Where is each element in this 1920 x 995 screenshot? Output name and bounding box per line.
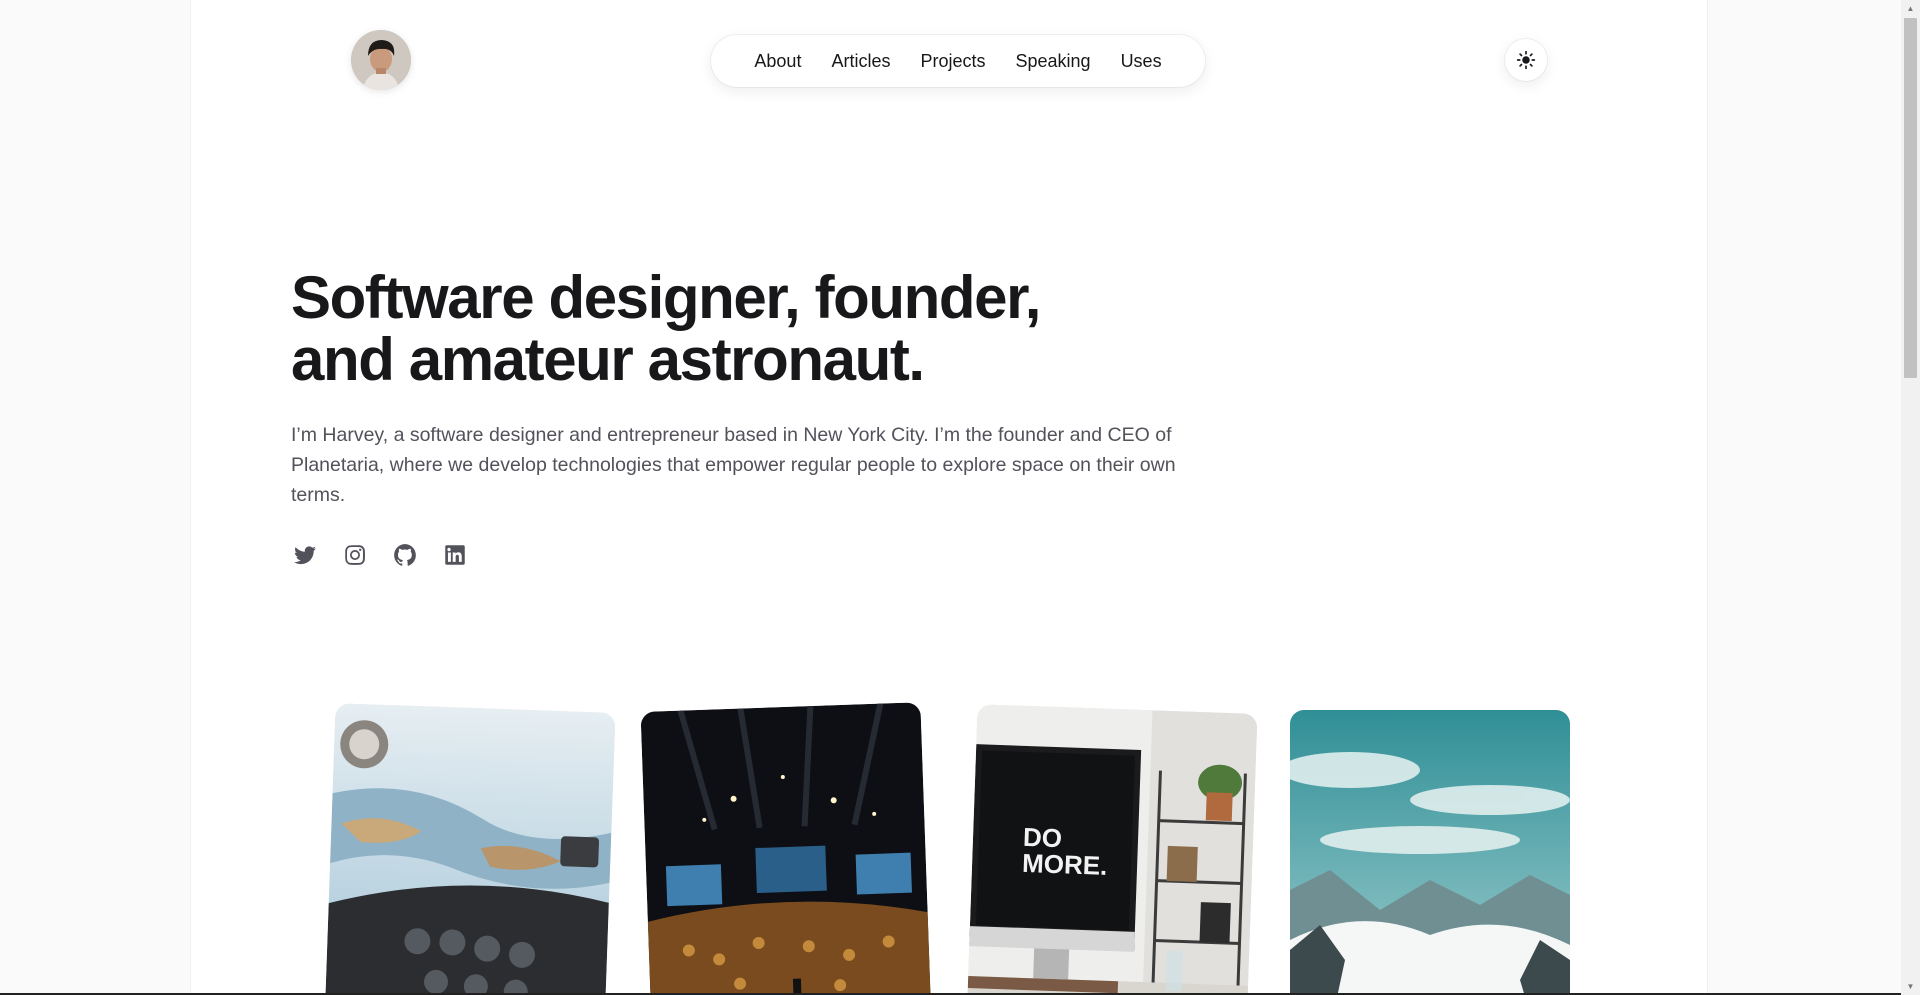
cockpit-image	[324, 703, 616, 995]
desk-image: DO MORE.	[966, 704, 1258, 995]
github-icon	[394, 544, 416, 566]
linkedin-icon	[445, 545, 465, 565]
nav-item-articles[interactable]: Articles	[816, 35, 905, 87]
photo-mountains	[1290, 710, 1570, 995]
scroll-up-arrow-icon[interactable]: ▲	[1901, 0, 1920, 17]
instagram-link[interactable]	[341, 541, 369, 569]
nav-item-projects[interactable]: Projects	[905, 35, 1000, 87]
avatar[interactable]	[351, 30, 411, 90]
photo-desk: DO MORE.	[966, 704, 1258, 995]
nav-item-speaking[interactable]: Speaking	[1001, 35, 1106, 87]
scrollbar-thumb[interactable]	[1904, 18, 1917, 378]
nav-item-uses[interactable]: Uses	[1106, 35, 1177, 87]
photo-cockpit	[324, 703, 616, 995]
sun-icon	[1516, 50, 1536, 70]
linkedin-link[interactable]	[441, 541, 469, 569]
theme-toggle-button[interactable]	[1505, 39, 1547, 81]
nav-item-about[interactable]: About	[739, 35, 816, 87]
photo-conference	[640, 702, 932, 995]
page-scrollbar[interactable]: ▲ ▼	[1901, 0, 1920, 995]
main-nav: About Articles Projects Speaking Uses	[711, 35, 1205, 87]
twitter-link[interactable]	[291, 541, 319, 569]
social-links	[291, 541, 469, 569]
twitter-icon	[294, 546, 316, 565]
hero-title-line2: and amateur astronaut.	[291, 326, 925, 393]
hero-paragraph: I’m Harvey, a software designer and entr…	[291, 424, 1176, 506]
hero-title: Software designer, founder, and amateur …	[291, 267, 1191, 391]
avatar-image	[351, 30, 411, 90]
browser-viewport: About Articles Projects Speaking Uses So…	[0, 0, 1920, 995]
github-link[interactable]	[391, 541, 419, 569]
conference-image	[640, 702, 932, 995]
mountains-image	[1290, 710, 1570, 995]
instagram-icon	[345, 545, 365, 565]
hero-title-line1: Software designer, founder,	[291, 264, 1041, 331]
scroll-down-arrow-icon[interactable]: ▼	[1901, 978, 1920, 995]
monitor-text-line2: MORE.	[1022, 848, 1108, 881]
